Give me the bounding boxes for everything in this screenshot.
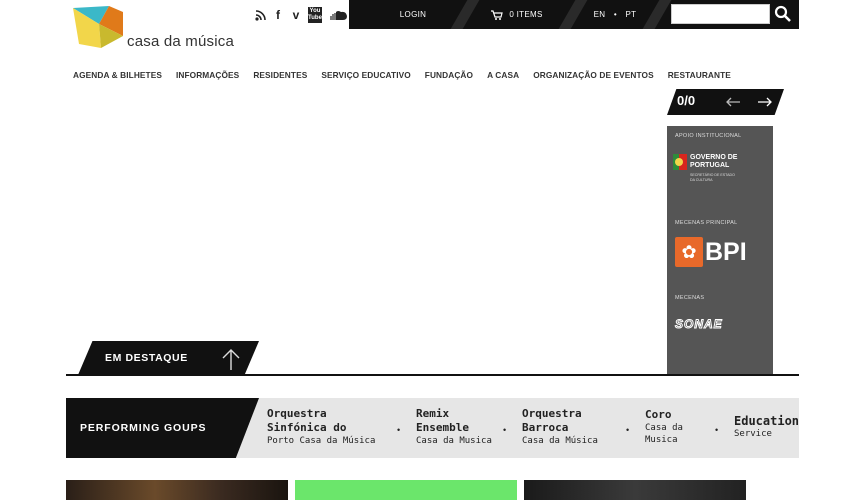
section-divider — [66, 374, 799, 376]
bpi-logo[interactable]: ✿ BPI — [675, 237, 747, 269]
group-coro[interactable]: Coro Casa da Musica — [645, 408, 683, 446]
nav-fundacao[interactable]: FUNDAÇÃO — [425, 70, 473, 80]
slider-prev-button[interactable] — [719, 89, 747, 115]
gov-line2: PORTUGAL — [690, 162, 730, 169]
group-subtitle-line1: Casa da — [645, 423, 683, 433]
arrow-up-icon[interactable] — [220, 347, 242, 371]
group-subtitle: Casa da Música — [522, 436, 598, 446]
group-name-line1: Coro — [645, 408, 672, 421]
slider-counter: 0/0 — [677, 93, 696, 108]
group-separator: • — [397, 425, 401, 435]
portugal-shield-icon — [673, 154, 687, 170]
arrow-left-icon — [726, 97, 740, 107]
bpi-flower-icon: ✿ — [675, 237, 703, 267]
lang-pt-link[interactable]: PT — [626, 10, 637, 19]
casa-da-musica-logo[interactable]: casa da música — [73, 6, 243, 56]
group-name-line1: Orquestra — [267, 407, 327, 420]
rss-icon[interactable] — [254, 8, 266, 22]
nav-organizacao-eventos[interactable]: ORGANIZAÇÃO DE EVENTOS — [533, 70, 654, 80]
sonae-wordmark: SONAE — [675, 317, 723, 332]
group-subtitle: Porto Casa da Música — [267, 436, 376, 446]
language-switcher: EN • PT — [585, 0, 645, 29]
nav-agenda-bilhetes[interactable]: AGENDA & BILHETES — [73, 70, 162, 80]
vimeo-icon[interactable]: v — [290, 8, 302, 22]
lang-en-link[interactable]: EN — [594, 10, 606, 19]
group-name-line1: Education — [734, 414, 800, 428]
sponsors-panel: APOIO INSTITUCIONAL GOVERNO DE PORTUGAL … — [667, 126, 773, 375]
group-subtitle: Casa da Musica — [416, 436, 492, 446]
group-orquestra-barroca[interactable]: Orquestra Barroca Casa da Música — [522, 407, 598, 447]
main-patron-label: MECENAS PRINCIPAL — [675, 220, 738, 226]
nav-servico-educativo[interactable]: SERVIÇO EDUCATIVO — [321, 70, 410, 80]
cart-link[interactable]: 0 ITEMS — [477, 0, 557, 29]
top-bar-divider — [642, 0, 672, 29]
group-orquestra-sinfonica[interactable]: Orquestra Sinfónica do Porto Casa da Mús… — [267, 407, 375, 447]
facebook-icon[interactable]: f — [272, 8, 284, 22]
governo-portugal-logo[interactable]: GOVERNO DE PORTUGAL SECRETÁRIO DE ESTADO… — [673, 152, 753, 194]
main-nav: AGENDA & BILHETES INFORMAÇÕES RESIDENTES… — [73, 70, 745, 80]
group-name-line2: Sinfónica do — [267, 421, 347, 434]
group-separator: • — [626, 425, 630, 435]
gov-line4: DA CULTURA — [690, 178, 713, 182]
group-name-line2: Ensemble — [416, 421, 469, 434]
top-bar: LOGIN 0 ITEMS EN • PT — [349, 0, 799, 29]
news-thumbnail[interactable] — [295, 480, 517, 500]
group-remix-ensemble[interactable]: Remix Ensemble Casa da Musica — [416, 407, 492, 447]
gov-line1: GOVERNO DE — [690, 154, 738, 161]
group-separator: • — [715, 425, 719, 435]
institutional-support-label: APOIO INSTITUCIONAL — [675, 133, 742, 139]
search-input[interactable] — [671, 4, 770, 24]
patrons-label: MECENAS — [675, 295, 705, 301]
group-name-line1: Remix — [416, 407, 450, 420]
cart-count: 0 ITEMS — [509, 10, 543, 19]
performing-groups-bar: PERFORMING GOUPS Orquestra Sinfónica do … — [66, 398, 799, 458]
youtube-label: You Tube — [308, 7, 322, 23]
group-separator: • — [503, 425, 507, 435]
group-name-line2: Barroca — [522, 421, 569, 434]
group-name-line1: Orquestra — [522, 407, 582, 420]
featured-label: EM DESTAQUE — [105, 352, 188, 364]
soundcloud-icon[interactable] — [328, 8, 348, 22]
featured-header: EM DESTAQUE — [78, 341, 259, 375]
group-subtitle-line2: Musica — [645, 435, 678, 445]
news-thumbnail[interactable] — [66, 480, 288, 500]
top-bar-divider — [558, 0, 588, 29]
nav-restaurante[interactable]: RESTAURANTE — [668, 70, 731, 80]
logo-mark-icon — [73, 6, 123, 48]
nav-informacoes[interactable]: INFORMAÇÕES — [176, 70, 239, 80]
logo-wordmark: casa da música — [127, 33, 235, 50]
arrow-right-icon — [758, 97, 772, 107]
nav-a-casa[interactable]: A CASA — [487, 70, 519, 80]
cart-icon — [491, 9, 504, 20]
login-link[interactable]: LOGIN — [371, 0, 455, 29]
social-links: f v You Tube — [254, 7, 348, 23]
youtube-icon[interactable]: You Tube — [308, 7, 322, 23]
group-subtitle: Service — [734, 429, 772, 439]
slider-next-button[interactable] — [751, 89, 779, 115]
lang-separator: • — [613, 10, 617, 19]
nav-residentes[interactable]: RESIDENTES — [253, 70, 307, 80]
news-thumbnail[interactable] — [524, 480, 746, 500]
sonae-logo[interactable]: SONAE — [675, 315, 723, 333]
search-icon[interactable] — [773, 4, 793, 24]
bpi-wordmark: BPI — [705, 238, 747, 266]
performing-groups-title: PERFORMING GOUPS — [80, 422, 207, 434]
slider-controls: 0/0 — [667, 89, 784, 115]
group-education-service[interactable]: Education Service — [734, 414, 799, 440]
